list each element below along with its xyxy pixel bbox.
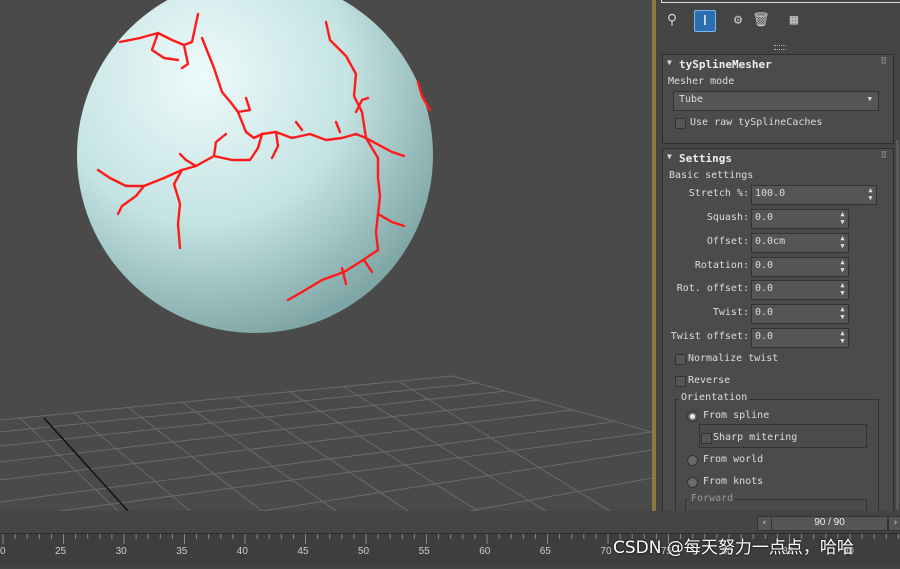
use-raw-caches-label: Use raw tySplineCaches <box>690 117 823 128</box>
field-label: Rotation: <box>694 260 749 271</box>
spinner-value: 100.0 <box>755 188 786 199</box>
modifier-toolbar: ⚲ Ⅰ ⚙ 🗑 ▦ <box>656 0 900 40</box>
tick-label: 35 <box>176 546 188 557</box>
rollout-tysplinemesher: ▼ tySplineMesher ⠿ Mesher mode Tube ▼ Us… <box>662 54 894 144</box>
twist-spinner[interactable]: 0.0 ▲ ▼ <box>751 304 849 324</box>
tick-label: 25 <box>55 546 67 557</box>
tick-label: 45 <box>297 546 309 557</box>
orientation-title: Orientation <box>679 392 750 403</box>
field-label: Stretch %: <box>688 188 749 199</box>
from-knots-label: From knots <box>703 476 764 487</box>
spinner-value: 0.0 <box>755 331 774 342</box>
axis-line <box>43 417 129 511</box>
drag-handle-icon[interactable]: ⠿ <box>880 57 887 67</box>
prev-frame-icon[interactable]: ‹ <box>757 516 772 531</box>
spinner-arrows-icon[interactable]: ▲ ▼ <box>839 281 846 297</box>
offset-spinner[interactable]: 0.0cm ▲ ▼ <box>751 233 849 253</box>
spinner-value: 0.0cm <box>755 236 786 247</box>
ground-grid <box>0 375 652 511</box>
from-world-label: From world <box>703 454 764 465</box>
chevron-down-icon: ▼ <box>867 95 872 103</box>
sharp-mitering-checkbox[interactable] <box>701 433 712 444</box>
mesher-mode-value: Tube <box>679 94 704 105</box>
tick-label: 55 <box>418 546 430 557</box>
next-frame-icon[interactable]: › <box>888 516 900 531</box>
make-unique-icon[interactable]: ⚙ <box>728 10 748 30</box>
rollout-title: Settings <box>679 152 732 165</box>
mesher-mode-dropdown[interactable]: Tube ▼ <box>673 91 879 111</box>
rollout-title: tySplineMesher <box>679 58 772 71</box>
collapse-arrow-icon[interactable]: ▼ <box>667 152 672 161</box>
time-slider[interactable]: 90 / 90 <box>771 516 888 531</box>
drag-handle-icon[interactable]: ⠿ <box>880 151 887 161</box>
normalize-twist-checkbox[interactable] <box>675 354 686 365</box>
rollout-header[interactable]: ▼ Settings ⠿ <box>663 149 893 167</box>
rollout-header[interactable]: ▼ tySplineMesher ⠿ <box>663 55 893 73</box>
spinner-arrows-icon[interactable]: ▲ ▼ <box>839 329 846 345</box>
viewport-perspective[interactable] <box>0 0 652 511</box>
tick-label: 70 <box>600 546 612 557</box>
spinner-arrows-icon[interactable]: ▲ ▼ <box>839 210 846 226</box>
spinner-arrows-icon[interactable]: ▲ ▼ <box>867 186 874 202</box>
modifier-stack-icon[interactable]: Ⅰ <box>694 10 716 32</box>
reverse-label: Reverse <box>688 375 731 386</box>
field-label: Rot. offset: <box>676 283 749 294</box>
tick-label: 0 <box>0 546 6 557</box>
tick-label: 40 <box>236 546 248 557</box>
reverse-checkbox[interactable] <box>675 376 686 387</box>
stretch-spinner[interactable]: 100.0 ▲ ▼ <box>751 185 877 205</box>
forward-title: Forward <box>689 493 736 504</box>
field-label: Twist offset: <box>670 331 749 342</box>
spinner-arrows-icon[interactable]: ▲ ▼ <box>839 305 846 321</box>
spinner-value: 0.0 <box>755 212 774 223</box>
twist-offset-spinner[interactable]: 0.0 ▲ ▼ <box>751 328 849 348</box>
tick-label: 50 <box>358 546 370 557</box>
rot-offset-spinner[interactable]: 0.0 ▲ ▼ <box>751 280 849 300</box>
command-panel: ⚲ Ⅰ ⚙ 🗑 ▦ ▼ tySplineMesher ⠿ Mesher mode… <box>656 0 900 511</box>
frame-display: 90 / 90 <box>814 517 845 528</box>
rollout-settings: ▼ Settings ⠿ Basic settings Stretch %: 1… <box>662 148 894 511</box>
from-knots-radio[interactable] <box>687 477 698 488</box>
from-spline-label: From spline <box>703 410 770 421</box>
from-world-radio[interactable] <box>687 455 698 466</box>
panel-scrollbar[interactable] <box>896 140 899 510</box>
pin-icon[interactable]: ⚲ <box>662 10 682 30</box>
use-raw-caches-checkbox[interactable] <box>675 118 686 129</box>
tick-label: 65 <box>539 546 551 557</box>
from-spline-radio[interactable] <box>687 411 698 422</box>
field-label: Twist: <box>712 307 749 318</box>
scene-canvas <box>0 0 652 511</box>
sharp-mitering-label: Sharp mitering <box>713 432 798 443</box>
tick-label: 60 <box>479 546 491 557</box>
modifier-list-box[interactable] <box>661 0 900 3</box>
spinner-value: 0.0 <box>755 283 774 294</box>
spinner-arrows-icon[interactable]: ▲ ▼ <box>839 258 846 274</box>
field-label: Offset: <box>706 236 749 247</box>
spinner-arrows-icon[interactable]: ▲ ▼ <box>839 234 846 250</box>
normalize-twist-label: Normalize twist <box>688 353 779 364</box>
squash-spinner[interactable]: 0.0 ▲ ▼ <box>751 209 849 229</box>
basic-settings-label: Basic settings <box>669 170 754 181</box>
tick-label: 30 <box>115 546 127 557</box>
collapse-arrow-icon[interactable]: ▼ <box>667 58 672 67</box>
panel-grip[interactable] <box>774 45 786 50</box>
spinner-value: 0.0 <box>755 307 774 318</box>
mesher-mode-label: Mesher mode <box>668 76 735 87</box>
field-label: Squash: <box>706 212 749 223</box>
watermark-text: CSDN @每天努力一点点，哈哈 <box>613 538 854 558</box>
rotation-spinner[interactable]: 0.0 ▲ ▼ <box>751 257 849 277</box>
spinner-value: 0.0 <box>755 260 774 271</box>
delete-icon[interactable]: 🗑 <box>751 10 771 30</box>
configure-icon[interactable]: ▦ <box>784 10 804 30</box>
